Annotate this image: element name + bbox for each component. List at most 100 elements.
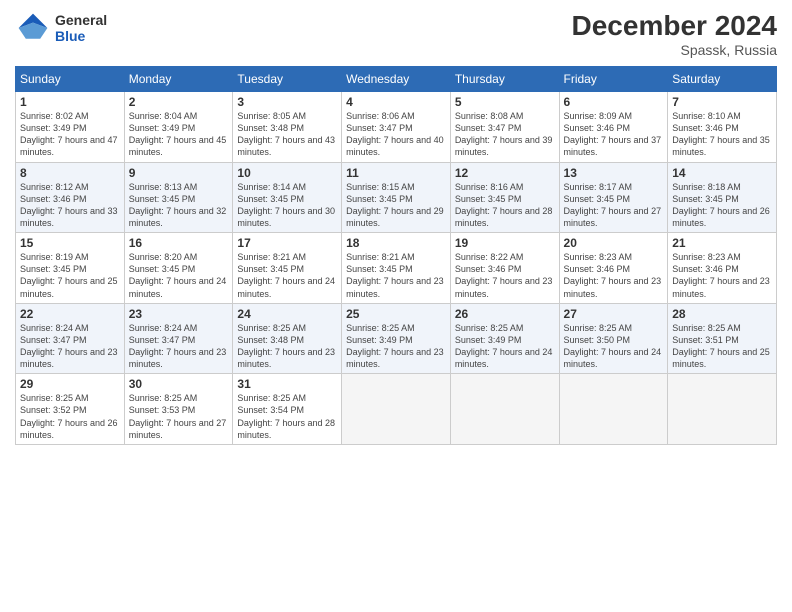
calendar-empty-cell bbox=[450, 374, 559, 445]
day-info: Sunrise: 8:23 AMSunset: 3:46 PMDaylight:… bbox=[672, 252, 770, 298]
calendar-empty-cell bbox=[342, 374, 451, 445]
day-number: 4 bbox=[346, 95, 446, 109]
day-number: 21 bbox=[672, 236, 772, 250]
logo: General Blue bbox=[15, 10, 107, 46]
day-number: 23 bbox=[129, 307, 229, 321]
calendar-empty-cell bbox=[559, 374, 668, 445]
calendar-day-cell: 31 Sunrise: 8:25 AMSunset: 3:54 PMDayligh… bbox=[233, 374, 342, 445]
calendar-day-cell: 11Sunrise: 8:15 AMSunset: 3:45 PMDayligh… bbox=[342, 162, 451, 233]
day-number: 24 bbox=[237, 307, 337, 321]
day-number: 14 bbox=[672, 166, 772, 180]
calendar-day-cell: 27 Sunrise: 8:25 AMSunset: 3:50 PMDayligh… bbox=[559, 303, 668, 374]
day-info: Sunrise: 8:22 AMSunset: 3:46 PMDaylight:… bbox=[455, 252, 553, 298]
day-info: Sunrise: 8:24 AMSunset: 3:47 PMDaylight:… bbox=[20, 323, 118, 369]
calendar-day-cell: 19 Sunrise: 8:22 AMSunset: 3:46 PMDayligh… bbox=[450, 233, 559, 304]
calendar-day-cell: 30 Sunrise: 8:25 AMSunset: 3:53 PMDayligh… bbox=[124, 374, 233, 445]
day-number: 27 bbox=[564, 307, 664, 321]
day-info: Sunrise: 8:25 AMSunset: 3:48 PMDaylight:… bbox=[237, 323, 335, 369]
calendar-day-cell: 22 Sunrise: 8:24 AMSunset: 3:47 PMDayligh… bbox=[16, 303, 125, 374]
calendar-day-cell: 24 Sunrise: 8:25 AMSunset: 3:48 PMDayligh… bbox=[233, 303, 342, 374]
day-number: 16 bbox=[129, 236, 229, 250]
day-number: 20 bbox=[564, 236, 664, 250]
calendar-day-cell: 26Sunrise: 8:25 AMSunset: 3:49 PMDayligh… bbox=[450, 303, 559, 374]
calendar-day-cell: 20 Sunrise: 8:23 AMSunset: 3:46 PMDayligh… bbox=[559, 233, 668, 304]
main-title: December 2024 bbox=[572, 10, 777, 42]
page-header: General Blue December 2024 Spassk, Russi… bbox=[15, 10, 777, 58]
calendar-week-row: 1 Sunrise: 8:02 AMSunset: 3:49 PMDaylight… bbox=[16, 92, 777, 163]
day-number: 19 bbox=[455, 236, 555, 250]
day-info: Sunrise: 8:20 AMSunset: 3:45 PMDaylight:… bbox=[129, 252, 227, 298]
day-number: 10 bbox=[237, 166, 337, 180]
calendar-day-cell: 2Sunrise: 8:04 AMSunset: 3:49 PMDaylight… bbox=[124, 92, 233, 163]
day-info: Sunrise: 8:25 AMSunset: 3:49 PMDaylight:… bbox=[346, 323, 444, 369]
calendar-weekday-saturday: Saturday bbox=[668, 67, 777, 92]
calendar-day-cell: 16 Sunrise: 8:20 AMSunset: 3:45 PMDayligh… bbox=[124, 233, 233, 304]
calendar-week-row: 15Sunrise: 8:19 AMSunset: 3:45 PMDayligh… bbox=[16, 233, 777, 304]
day-info: Sunrise: 8:25 AMSunset: 3:52 PMDaylight:… bbox=[20, 393, 118, 439]
day-info: Sunrise: 8:06 AMSunset: 3:47 PMDaylight:… bbox=[346, 111, 444, 157]
calendar-weekday-wednesday: Wednesday bbox=[342, 67, 451, 92]
day-info: Sunrise: 8:14 AMSunset: 3:45 PMDaylight:… bbox=[237, 182, 335, 228]
calendar-day-cell: 8 Sunrise: 8:12 AMSunset: 3:46 PMDaylight… bbox=[16, 162, 125, 233]
subtitle: Spassk, Russia bbox=[572, 42, 777, 58]
day-info: Sunrise: 8:18 AMSunset: 3:45 PMDaylight:… bbox=[672, 182, 770, 228]
calendar-header-row: SundayMondayTuesdayWednesdayThursdayFrid… bbox=[16, 67, 777, 92]
calendar-weekday-friday: Friday bbox=[559, 67, 668, 92]
day-info: Sunrise: 8:02 AMSunset: 3:49 PMDaylight:… bbox=[20, 111, 118, 157]
day-info: Sunrise: 8:25 AMSunset: 3:51 PMDaylight:… bbox=[672, 323, 770, 369]
day-info: Sunrise: 8:17 AMSunset: 3:45 PMDaylight:… bbox=[564, 182, 662, 228]
day-info: Sunrise: 8:05 AMSunset: 3:48 PMDaylight:… bbox=[237, 111, 335, 157]
logo-icon bbox=[15, 10, 51, 46]
calendar-day-cell: 5 Sunrise: 8:08 AMSunset: 3:47 PMDaylight… bbox=[450, 92, 559, 163]
day-number: 18 bbox=[346, 236, 446, 250]
calendar-week-row: 8 Sunrise: 8:12 AMSunset: 3:46 PMDaylight… bbox=[16, 162, 777, 233]
calendar-day-cell: 23 Sunrise: 8:24 AMSunset: 3:47 PMDayligh… bbox=[124, 303, 233, 374]
calendar-day-cell: 29 Sunrise: 8:25 AMSunset: 3:52 PMDayligh… bbox=[16, 374, 125, 445]
calendar-week-row: 22 Sunrise: 8:24 AMSunset: 3:47 PMDayligh… bbox=[16, 303, 777, 374]
calendar-day-cell: 17Sunrise: 8:21 AMSunset: 3:45 PMDayligh… bbox=[233, 233, 342, 304]
day-number: 9 bbox=[129, 166, 229, 180]
logo-text: General Blue bbox=[55, 12, 107, 44]
calendar-day-cell: 28 Sunrise: 8:25 AMSunset: 3:51 PMDayligh… bbox=[668, 303, 777, 374]
day-number: 1 bbox=[20, 95, 120, 109]
calendar-weekday-monday: Monday bbox=[124, 67, 233, 92]
day-info: Sunrise: 8:23 AMSunset: 3:46 PMDaylight:… bbox=[564, 252, 662, 298]
day-info: Sunrise: 8:04 AMSunset: 3:49 PMDaylight:… bbox=[129, 111, 227, 157]
day-number: 15 bbox=[20, 236, 120, 250]
day-info: Sunrise: 8:24 AMSunset: 3:47 PMDaylight:… bbox=[129, 323, 227, 369]
day-number: 11 bbox=[346, 166, 446, 180]
day-number: 31 bbox=[237, 377, 337, 391]
day-number: 3 bbox=[237, 95, 337, 109]
calendar-week-row: 29 Sunrise: 8:25 AMSunset: 3:52 PMDayligh… bbox=[16, 374, 777, 445]
day-info: Sunrise: 8:13 AMSunset: 3:45 PMDaylight:… bbox=[129, 182, 227, 228]
calendar-day-cell: 13Sunrise: 8:17 AMSunset: 3:45 PMDayligh… bbox=[559, 162, 668, 233]
day-info: Sunrise: 8:25 AMSunset: 3:54 PMDaylight:… bbox=[237, 393, 335, 439]
day-number: 5 bbox=[455, 95, 555, 109]
day-info: Sunrise: 8:21 AMSunset: 3:45 PMDaylight:… bbox=[346, 252, 444, 298]
calendar-weekday-thursday: Thursday bbox=[450, 67, 559, 92]
calendar-day-cell: 6 Sunrise: 8:09 AMSunset: 3:46 PMDaylight… bbox=[559, 92, 668, 163]
calendar-day-cell: 4 Sunrise: 8:06 AMSunset: 3:47 PMDaylight… bbox=[342, 92, 451, 163]
calendar-day-cell: 3 Sunrise: 8:05 AMSunset: 3:48 PMDaylight… bbox=[233, 92, 342, 163]
day-info: Sunrise: 8:12 AMSunset: 3:46 PMDaylight:… bbox=[20, 182, 118, 228]
calendar-day-cell: 15Sunrise: 8:19 AMSunset: 3:45 PMDayligh… bbox=[16, 233, 125, 304]
day-info: Sunrise: 8:08 AMSunset: 3:47 PMDaylight:… bbox=[455, 111, 553, 157]
day-number: 17 bbox=[237, 236, 337, 250]
calendar-day-cell: 21 Sunrise: 8:23 AMSunset: 3:46 PMDayligh… bbox=[668, 233, 777, 304]
calendar-day-cell: 12Sunrise: 8:16 AMSunset: 3:45 PMDayligh… bbox=[450, 162, 559, 233]
calendar-day-cell: 18 Sunrise: 8:21 AMSunset: 3:45 PMDayligh… bbox=[342, 233, 451, 304]
page-container: General Blue December 2024 Spassk, Russi… bbox=[0, 0, 792, 455]
calendar-weekday-sunday: Sunday bbox=[16, 67, 125, 92]
day-number: 7 bbox=[672, 95, 772, 109]
day-number: 29 bbox=[20, 377, 120, 391]
day-number: 6 bbox=[564, 95, 664, 109]
day-info: Sunrise: 8:16 AMSunset: 3:45 PMDaylight:… bbox=[455, 182, 553, 228]
day-number: 30 bbox=[129, 377, 229, 391]
day-info: Sunrise: 8:25 AMSunset: 3:50 PMDaylight:… bbox=[564, 323, 662, 369]
day-number: 8 bbox=[20, 166, 120, 180]
calendar-day-cell: 1 Sunrise: 8:02 AMSunset: 3:49 PMDaylight… bbox=[16, 92, 125, 163]
day-number: 28 bbox=[672, 307, 772, 321]
day-info: Sunrise: 8:25 AMSunset: 3:53 PMDaylight:… bbox=[129, 393, 227, 439]
day-info: Sunrise: 8:09 AMSunset: 3:46 PMDaylight:… bbox=[564, 111, 662, 157]
day-number: 22 bbox=[20, 307, 120, 321]
